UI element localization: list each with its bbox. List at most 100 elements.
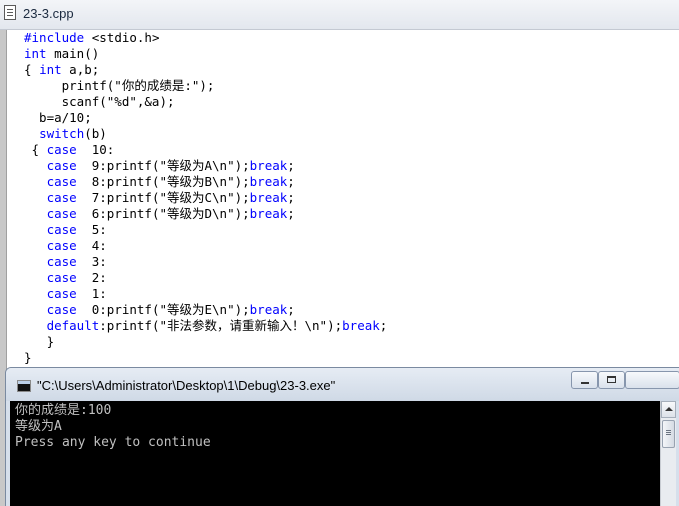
code-segment: ;	[287, 190, 295, 205]
code-keyword: case	[46, 190, 77, 205]
code-line: }	[24, 334, 387, 350]
code-line: int main()	[24, 46, 387, 62]
code-segment: ;	[287, 174, 295, 189]
code-segment: }	[24, 350, 32, 365]
code-segment: 6:printf("等级为D\n");	[76, 206, 250, 221]
console-line: Press any key to continue	[15, 435, 211, 450]
code-line: case 9:printf("等级为A\n");break;	[24, 158, 387, 174]
code-keyword: case	[46, 286, 77, 301]
console-scrollbar[interactable]	[660, 401, 676, 506]
code-line: default:printf("非法参数，请重新输入！\n");break;	[24, 318, 388, 334]
console-titlebar[interactable]: "C:\Users\Administrator\Desktop\1\Debug\…	[6, 368, 679, 401]
code-line: case 2:	[24, 270, 387, 286]
minimize-button[interactable]	[571, 371, 598, 389]
code-segment: ;	[287, 206, 295, 221]
code-segment: <stdio.h>	[84, 30, 160, 45]
code-segment: {	[24, 62, 40, 77]
console-line: 等级为A	[15, 419, 62, 434]
code-segment: {	[24, 142, 47, 157]
console-line: 你的成绩是:100	[15, 403, 112, 418]
code-line: }	[24, 350, 387, 366]
close-button[interactable]	[625, 371, 679, 389]
code-segment: :printf("非法参数，请重新输入！\n");	[99, 318, 343, 333]
editor-tab[interactable]: 23-3.cpp	[0, 0, 679, 30]
code-keyword: case	[46, 222, 77, 237]
code-line: scanf("%d",&a);	[24, 94, 387, 110]
code-keyword: case	[46, 142, 77, 157]
code-line: #include <stdio.h>	[24, 30, 387, 46]
code-line: case 3:	[24, 254, 387, 270]
code-keyword: case	[46, 238, 77, 253]
code-segment: (b)	[84, 126, 107, 141]
code-line: case 4:	[24, 238, 387, 254]
code-keyword: case	[46, 158, 77, 173]
code-keyword: #include	[24, 30, 85, 45]
code-line: { int a,b;	[24, 62, 387, 78]
code-keyword: break	[342, 318, 380, 333]
code-editor[interactable]: #include <stdio.h> int main(){ int a,b; p…	[0, 30, 679, 366]
code-text[interactable]: #include <stdio.h> int main(){ int a,b; p…	[24, 30, 387, 366]
code-segment: 4:	[76, 238, 107, 253]
code-segment: b=a/10;	[24, 110, 92, 125]
console-output[interactable]: 你的成绩是:100 等级为A Press any key to continue	[10, 401, 660, 506]
code-segment: 0:printf("等级为E\n");	[76, 302, 250, 317]
code-keyword: break	[249, 174, 288, 189]
code-keyword: break	[249, 206, 288, 221]
code-line: { case 10:	[24, 142, 387, 158]
code-segment: 7:printf("等级为C\n");	[76, 190, 250, 205]
code-segment: main()	[46, 46, 100, 61]
document-icon	[4, 5, 16, 20]
code-segment: 3:	[76, 254, 107, 269]
editor-title: 23-3.cpp	[23, 6, 74, 21]
console-app-icon	[17, 380, 31, 392]
code-keyword: int	[39, 62, 62, 77]
code-keyword: case	[46, 206, 77, 221]
code-line: case 6:printf("等级为D\n");break;	[24, 206, 387, 222]
console-window[interactable]: "C:\Users\Administrator\Desktop\1\Debug\…	[5, 367, 679, 506]
code-line: case 0:printf("等级为E\n");break;	[24, 302, 387, 318]
code-segment: ;	[287, 158, 295, 173]
code-line: printf("你的成绩是:");	[24, 78, 387, 94]
desktop: 23-3.cpp #include <stdio.h> int main(){ i…	[0, 0, 679, 506]
code-keyword: case	[46, 174, 77, 189]
code-line: case 5:	[24, 222, 387, 238]
scroll-up-arrow-icon[interactable]	[661, 401, 676, 418]
code-segment: 10:	[76, 142, 115, 157]
code-segment: printf("你的成绩是:");	[24, 78, 215, 93]
code-segment: 9:printf("等级为A\n");	[76, 158, 250, 173]
code-keyword: break	[249, 302, 288, 317]
code-keyword: switch	[39, 126, 85, 141]
code-segment: }	[24, 334, 55, 349]
code-segment: 1:	[76, 286, 107, 301]
code-keyword: case	[46, 270, 77, 285]
maximize-button[interactable]	[598, 371, 625, 389]
code-line: switch(b)	[24, 126, 387, 142]
code-segment: 2:	[76, 270, 107, 285]
scroll-thumb[interactable]	[662, 420, 675, 448]
code-line: case 8:printf("等级为B\n");break;	[24, 174, 387, 190]
maximize-icon	[607, 376, 616, 383]
code-segment: 8:printf("等级为B\n");	[76, 174, 250, 189]
code-keyword: break	[249, 190, 288, 205]
minimize-icon	[581, 382, 589, 384]
console-title: "C:\Users\Administrator\Desktop\1\Debug\…	[37, 378, 336, 393]
code-segment: 5:	[76, 222, 107, 237]
code-segment: ;	[379, 318, 388, 333]
code-segment: ;	[287, 302, 295, 317]
code-keyword: case	[46, 254, 77, 269]
code-keyword: int	[24, 46, 47, 61]
code-line: case 1:	[24, 286, 387, 302]
code-segment: scanf("%d",&a);	[24, 94, 175, 109]
